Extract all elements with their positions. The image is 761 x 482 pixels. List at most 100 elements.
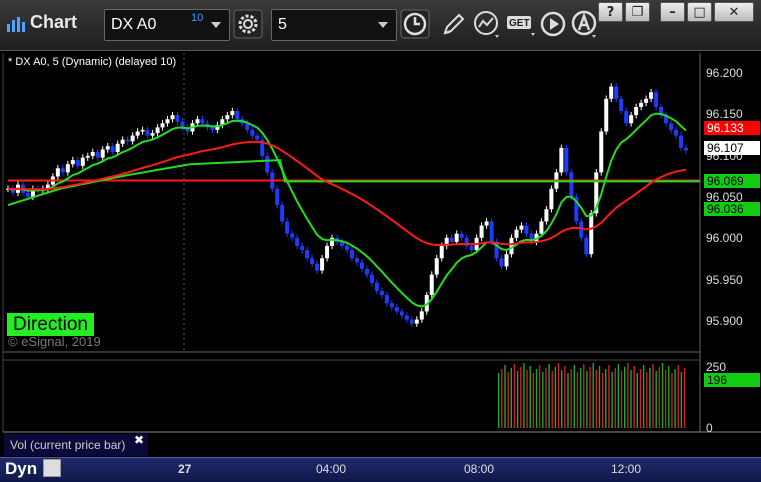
candle-body [419,311,424,320]
volume-bar [598,366,601,428]
minimize-button[interactable]: – [660,2,685,22]
candle-body [589,213,594,255]
interval-value: 5 [278,16,287,33]
volume-bar [649,368,651,428]
svg-text:GET: GET [509,18,530,29]
candle-body [130,135,135,142]
candle-body [165,119,170,124]
pencil-draw-icon[interactable] [438,9,468,39]
volume-tick: 0 [706,421,713,435]
lock-mode-icon[interactable] [43,459,61,477]
symbol-input[interactable]: DX A0 10 [104,9,230,41]
chevron-down-icon[interactable] [211,22,221,28]
close-window-button[interactable]: ✕ [714,2,754,22]
volume-bar [513,364,516,428]
candle-body [469,245,474,251]
candle-body [619,98,624,112]
candle-body [60,168,65,173]
copyright-text: © eSignal, 2019 [8,334,101,349]
symbol-value: DX A0 [111,16,157,33]
restore-window-button[interactable]: ❐ [625,2,650,22]
price-chart[interactable] [0,50,761,480]
volume-bar [664,370,667,428]
volume-bar [677,365,679,428]
clock-icon[interactable] [400,9,430,39]
candle-body [559,147,564,173]
candle-body [399,311,404,316]
interval-input[interactable]: 5 [271,9,397,41]
volume-tick: 250 [706,360,727,374]
price-tick: 95.950 [706,273,743,287]
get-data-icon[interactable]: GET [505,9,537,39]
candle-body [145,129,150,136]
help-button[interactable]: ? [598,2,623,22]
candle-body [325,245,330,259]
candle-body [669,123,674,130]
volume-bar [570,369,572,428]
settings-gear-icon[interactable] [233,9,263,39]
candle-body [499,258,504,267]
candle-body [345,245,349,251]
candle-body [584,237,589,255]
volume-bar [642,365,645,428]
candle-body [105,146,110,150]
volume-bar [605,369,607,428]
candle-body [459,233,464,238]
candle-body [379,290,384,296]
study-line-icon[interactable] [472,9,502,39]
volume-bar [501,369,503,428]
volume-bar [601,373,604,428]
chevron-down-icon[interactable] [378,22,388,28]
price-tick: 96.000 [706,231,743,245]
play-replay-icon[interactable] [538,9,568,39]
candle-body [599,131,604,173]
volume-bar [586,371,588,428]
candle-body [479,225,484,238]
alert-a-icon[interactable] [570,9,600,39]
candle-body [140,129,145,132]
candle-body [579,221,584,238]
candle-body [359,262,364,269]
candle-body [449,237,454,242]
candle-body [364,268,369,275]
candle-body [275,188,280,206]
candle-body [175,115,180,122]
maximize-button[interactable]: □ [687,2,712,22]
candle-body [125,139,130,142]
price-tick: 96.150 [706,107,743,121]
volume-bar [627,363,629,428]
candle-body [609,86,614,99]
volume-bar [567,373,569,428]
volume-bar [652,364,654,428]
candle-body [684,147,688,151]
volume-bar [639,369,642,428]
volume-bar [554,367,557,428]
candle-body [649,92,654,99]
candle-body [180,121,185,128]
candle-body [120,139,125,144]
candle-body [454,233,459,242]
volume-bar [510,368,512,428]
volume-bar [589,367,591,428]
volume-bar [671,373,673,428]
volume-bar [504,365,506,428]
volume-bar [655,371,657,428]
candle-body [639,102,644,107]
volume-bar [520,367,522,428]
volume-value-label: 196 [704,373,760,387]
candle-body [250,129,255,136]
volume-bar [636,373,638,428]
dynamic-mode-label[interactable]: Dyn [5,459,37,479]
candle-body [409,319,414,324]
close-icon[interactable]: ✖ [134,433,144,447]
candle-body [629,115,634,124]
candle-body [504,254,509,267]
candle-body [439,245,444,259]
candle-body [85,156,90,158]
candle-body [489,221,494,242]
candle-body [65,164,70,173]
time-axis-bar[interactable] [0,457,761,482]
direction-badge: Direction [7,313,94,336]
time-tick: 04:00 [316,462,347,476]
volume-bar [507,372,509,428]
